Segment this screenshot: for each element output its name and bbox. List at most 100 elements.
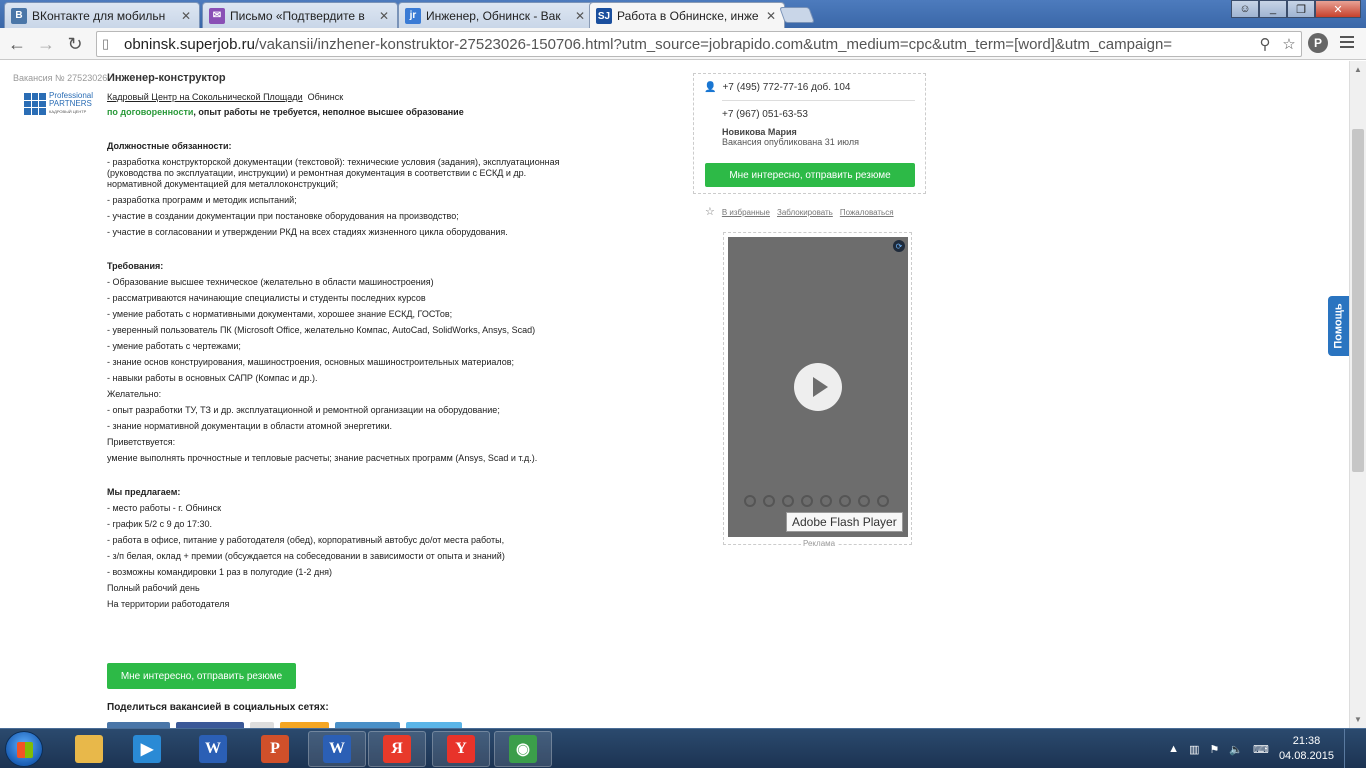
window-controls: ☺ _ ❐ ✕ [1231, 0, 1361, 18]
scroll-down-icon[interactable]: ▼ [1354, 715, 1362, 724]
tab-superjob[interactable]: SJ Работа в Обнинске, инже ✕ [589, 2, 785, 29]
volume-icon[interactable]: 🔈 [1229, 743, 1243, 756]
close-tab-icon[interactable]: ✕ [575, 9, 587, 23]
flag-icon[interactable]: ⚑ [1209, 743, 1219, 756]
vk-icon: В [11, 7, 27, 24]
user-icon[interactable]: ☺ [1231, 0, 1259, 18]
show-desktop-button[interactable] [1344, 729, 1356, 768]
chrome-icon: ◉ [509, 735, 537, 763]
company-link[interactable]: Кадровый Центр на Сокольнической Площади [107, 92, 303, 102]
tray-arrow-icon[interactable]: ▲ [1168, 743, 1179, 755]
clock[interactable]: 21:38 04.08.2015 [1279, 734, 1334, 764]
duties-item: - разработка конструкторской документаци… [107, 157, 560, 189]
duties-item: - разработка программ и методик испытани… [107, 195, 297, 205]
favorite-link[interactable]: В избранные [722, 208, 770, 217]
taskbar-app-button[interactable]: ▶ [118, 731, 176, 767]
requirements-title: Требования: [107, 261, 164, 271]
explorer-icon [75, 735, 103, 763]
carousel-dot[interactable] [877, 495, 889, 507]
close-tab-icon[interactable]: ✕ [181, 9, 193, 23]
close-tab-icon[interactable]: ✕ [379, 9, 391, 23]
apply-button-top[interactable]: Мне интересно, отправить резюме [705, 163, 915, 187]
start-button[interactable] [5, 731, 43, 767]
ad-label: Реклама [801, 539, 838, 548]
extension-icon[interactable]: P [1308, 33, 1328, 53]
word-icon: W [323, 735, 351, 763]
salary-row: по договоренности, опыт работы не требуе… [107, 107, 562, 118]
complain-link[interactable]: Пожаловаться [840, 208, 894, 217]
taskbar-app-button[interactable]: Я [368, 731, 426, 767]
new-tab-button[interactable] [779, 7, 815, 23]
ad-info-icon[interactable]: ⟳ [893, 240, 905, 252]
carousel-dot[interactable] [744, 495, 756, 507]
contact-person: Новикова Мария [722, 127, 797, 137]
url-text[interactable]: obninsk.superjob.ru/vakansii/inzhener-ko… [124, 36, 1253, 53]
carousel-dot[interactable] [820, 495, 832, 507]
bookmark-star-icon[interactable]: ☆ [1277, 35, 1301, 53]
vertical-scrollbar[interactable]: ▲ ▼ [1349, 61, 1366, 728]
flash-ad[interactable]: ⟳ Adobe Flash Player [728, 237, 908, 537]
carousel-dot[interactable] [763, 495, 775, 507]
yandex-browser-icon: Y [447, 735, 475, 763]
phone-primary[interactable]: +7 (495) 772-77-16 доб. 104 [722, 82, 850, 93]
logo-subtext: КАДРОВЫЙ ЦЕНТР [49, 109, 87, 114]
logo-text: PARTNERS [49, 99, 92, 108]
taskbar-app-button[interactable]: Y [432, 731, 490, 767]
taskbar-app-button[interactable]: P [246, 731, 304, 767]
mail-icon: ✉ [209, 7, 225, 24]
close-tab-icon[interactable]: ✕ [766, 9, 778, 23]
person-icon: 👤 [704, 82, 717, 93]
address-bar[interactable]: ▯ obninsk.superjob.ru/vakansii/inzhener-… [96, 31, 1302, 57]
tab-title: Письмо «Подтвердите в [230, 8, 365, 23]
scrollbar-thumb[interactable] [1352, 129, 1364, 472]
vacancy-number: Вакансия № 27523026 [13, 73, 108, 83]
clock-time: 21:38 [1292, 735, 1321, 747]
browser-toolbar: ← → ↻ ▯ obninsk.superjob.ru/vakansii/inz… [0, 28, 1366, 60]
company-logo[interactable]: Professional PARTNERS КАДРОВЫЙ ЦЕНТР [24, 90, 100, 118]
back-button[interactable]: ← [6, 33, 28, 55]
tab-mail[interactable]: ✉ Письмо «Подтвердите в ✕ [202, 2, 398, 28]
powerpoint-icon: P [261, 735, 289, 763]
company-row: Кадровый Центр на Сокольнической Площади… [107, 92, 562, 103]
offer-title: Мы предлагаем: [107, 487, 181, 497]
taskbar: ▶ W P W Я Y ◉ ▲ ▥ ⚑ 🔈 ⌨ 21:38 04.08.2015 [0, 728, 1366, 768]
phone-secondary[interactable]: +7 (967) 051-63-53 [722, 109, 915, 120]
keyboard-layout-icon[interactable]: ⌨ [1253, 743, 1269, 756]
tab-vkontakte[interactable]: В ВКонтакте для мобильн ✕ [4, 2, 200, 28]
web-page: Вакансия № 27523026 Professional PARTNER… [0, 61, 1349, 728]
scroll-up-icon[interactable]: ▲ [1354, 65, 1362, 74]
close-window-button[interactable]: ✕ [1315, 0, 1361, 18]
carousel-dots [744, 495, 889, 507]
clock-date: 04.08.2015 [1278, 750, 1334, 762]
taskbar-app-button[interactable]: W [308, 731, 366, 767]
carousel-dot[interactable] [839, 495, 851, 507]
tab-title: Инженер, Обнинск - Вак [426, 8, 561, 23]
requirements-list: - Образование высшее техническое (желате… [107, 277, 562, 464]
tab-jobrapido[interactable]: jr Инженер, Обнинск - Вак ✕ [398, 2, 594, 28]
maximize-button[interactable]: ❐ [1287, 0, 1315, 18]
taskbar-app-button[interactable] [60, 731, 118, 767]
requirements-item: - Образование высшее техническое (желате… [107, 277, 434, 287]
network-icon[interactable]: ▥ [1189, 743, 1199, 756]
browser-tabstrip: В ВКонтакте для мобильн ✕ ✉ Письмо «Подт… [0, 0, 1366, 29]
offer-item: - работа в офисе, питание у работодателя… [107, 535, 505, 545]
carousel-dot[interactable] [782, 495, 794, 507]
block-link[interactable]: Заблокировать [777, 208, 833, 217]
city: Обнинск [307, 92, 344, 102]
apply-button-bottom[interactable]: Мне интересно, отправить резюме [107, 663, 296, 689]
help-tab[interactable]: Помощь [1328, 296, 1349, 356]
carousel-dot[interactable] [801, 495, 813, 507]
duties-list: - разработка конструкторской документаци… [107, 157, 562, 238]
menu-icon[interactable] [1340, 36, 1354, 51]
forward-button[interactable]: → [35, 33, 57, 55]
taskbar-app-button[interactable]: ◉ [494, 731, 552, 767]
star-icon[interactable]: ☆ [705, 207, 715, 218]
taskbar-app-button[interactable]: W [184, 731, 242, 767]
salary: по договоренности [107, 107, 194, 117]
reload-button[interactable]: ↻ [64, 33, 86, 55]
carousel-dot[interactable] [858, 495, 870, 507]
search-icon[interactable]: ⚲ [1253, 35, 1277, 53]
play-icon[interactable] [794, 363, 842, 411]
minimize-button[interactable]: _ [1259, 0, 1287, 18]
requirements-item: - опыт разработки ТУ, ТЗ и др. эксплуата… [107, 405, 500, 415]
